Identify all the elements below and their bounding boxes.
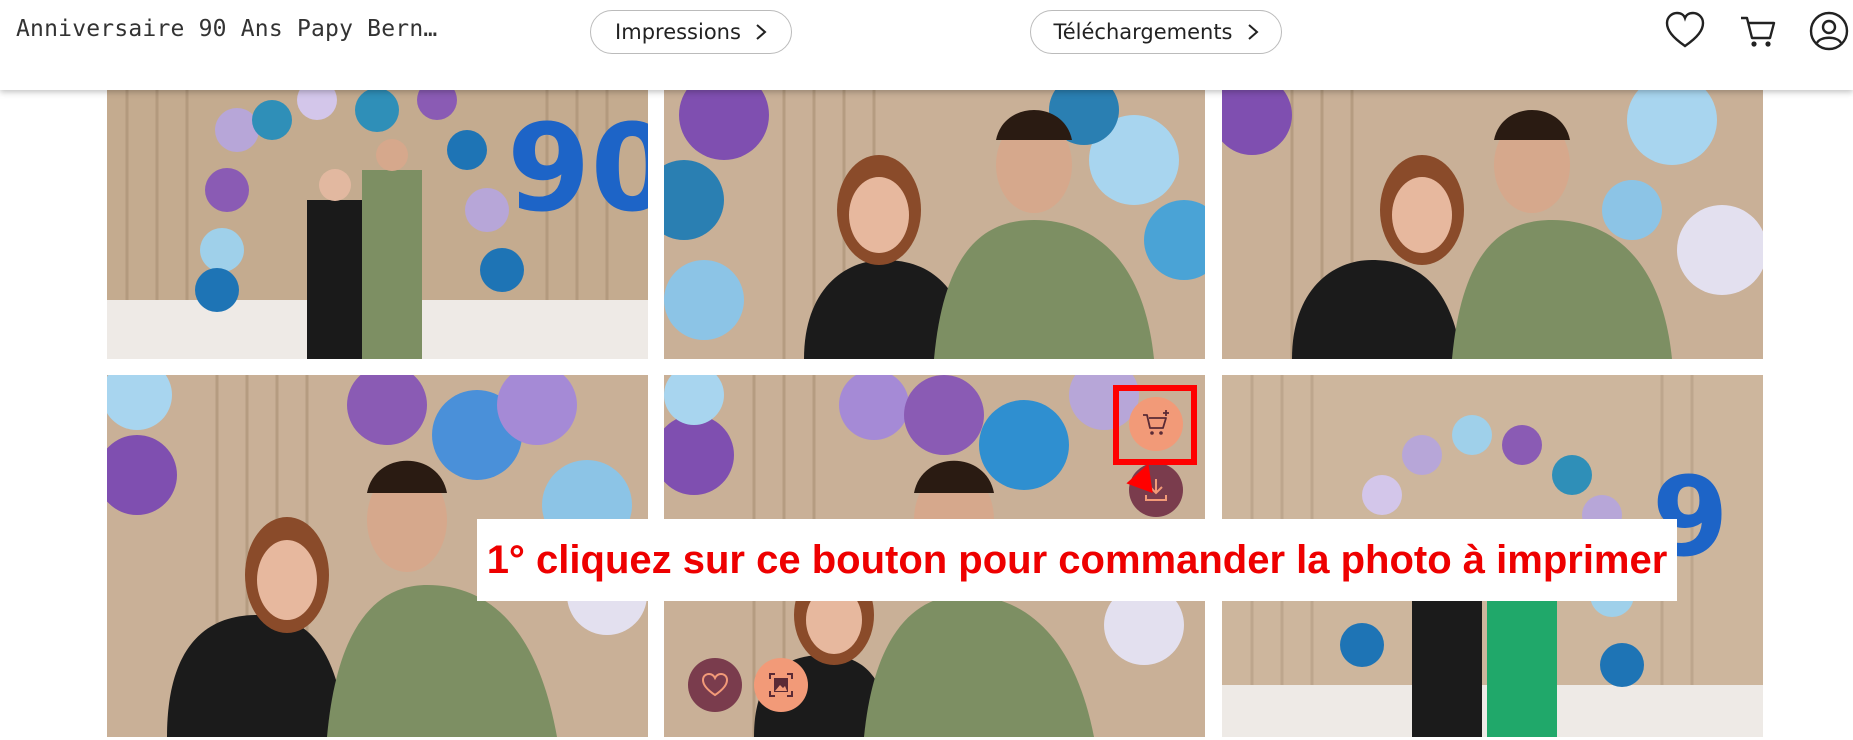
- photo-image: [664, 90, 1205, 359]
- impressions-label: Impressions: [615, 20, 741, 44]
- cart-icon: [1741, 16, 1776, 47]
- photo-thumbnail[interactable]: [664, 90, 1205, 359]
- cart-button[interactable]: [1737, 10, 1779, 52]
- annotation-callout: 1° cliquez sur ce bouton pour commander …: [477, 519, 1677, 601]
- user-icon: [1809, 11, 1849, 51]
- favorite-photo-button[interactable]: [688, 658, 742, 712]
- annotation-highlight: [1113, 385, 1197, 465]
- account-button[interactable]: [1808, 10, 1850, 52]
- chevron-right-icon: [756, 24, 767, 40]
- photo-thumbnail[interactable]: [1222, 90, 1763, 359]
- photo-image: [1222, 90, 1763, 359]
- album-title: Anniversaire 90 Ans Papy Bern…: [16, 16, 438, 42]
- frame-photo-button[interactable]: [754, 658, 808, 712]
- annotation-text: 1° cliquez sur ce bouton pour commander …: [486, 537, 1668, 582]
- favorites-button[interactable]: [1664, 10, 1706, 52]
- image-frame-icon: [769, 673, 793, 697]
- photo-image: 90: [107, 90, 648, 359]
- svg-text:90: 90: [507, 100, 648, 239]
- impressions-button[interactable]: Impressions: [590, 10, 792, 54]
- photo-thumbnail[interactable]: 90: [107, 90, 648, 359]
- downloads-label: Téléchargements: [1053, 20, 1233, 44]
- heart-icon: [1665, 11, 1705, 48]
- top-bar: Anniversaire 90 Ans Papy Bern… Impressio…: [0, 0, 1853, 90]
- chevron-right-icon: [1247, 24, 1259, 40]
- heart-icon: [701, 672, 729, 697]
- downloads-button[interactable]: Téléchargements: [1030, 10, 1282, 54]
